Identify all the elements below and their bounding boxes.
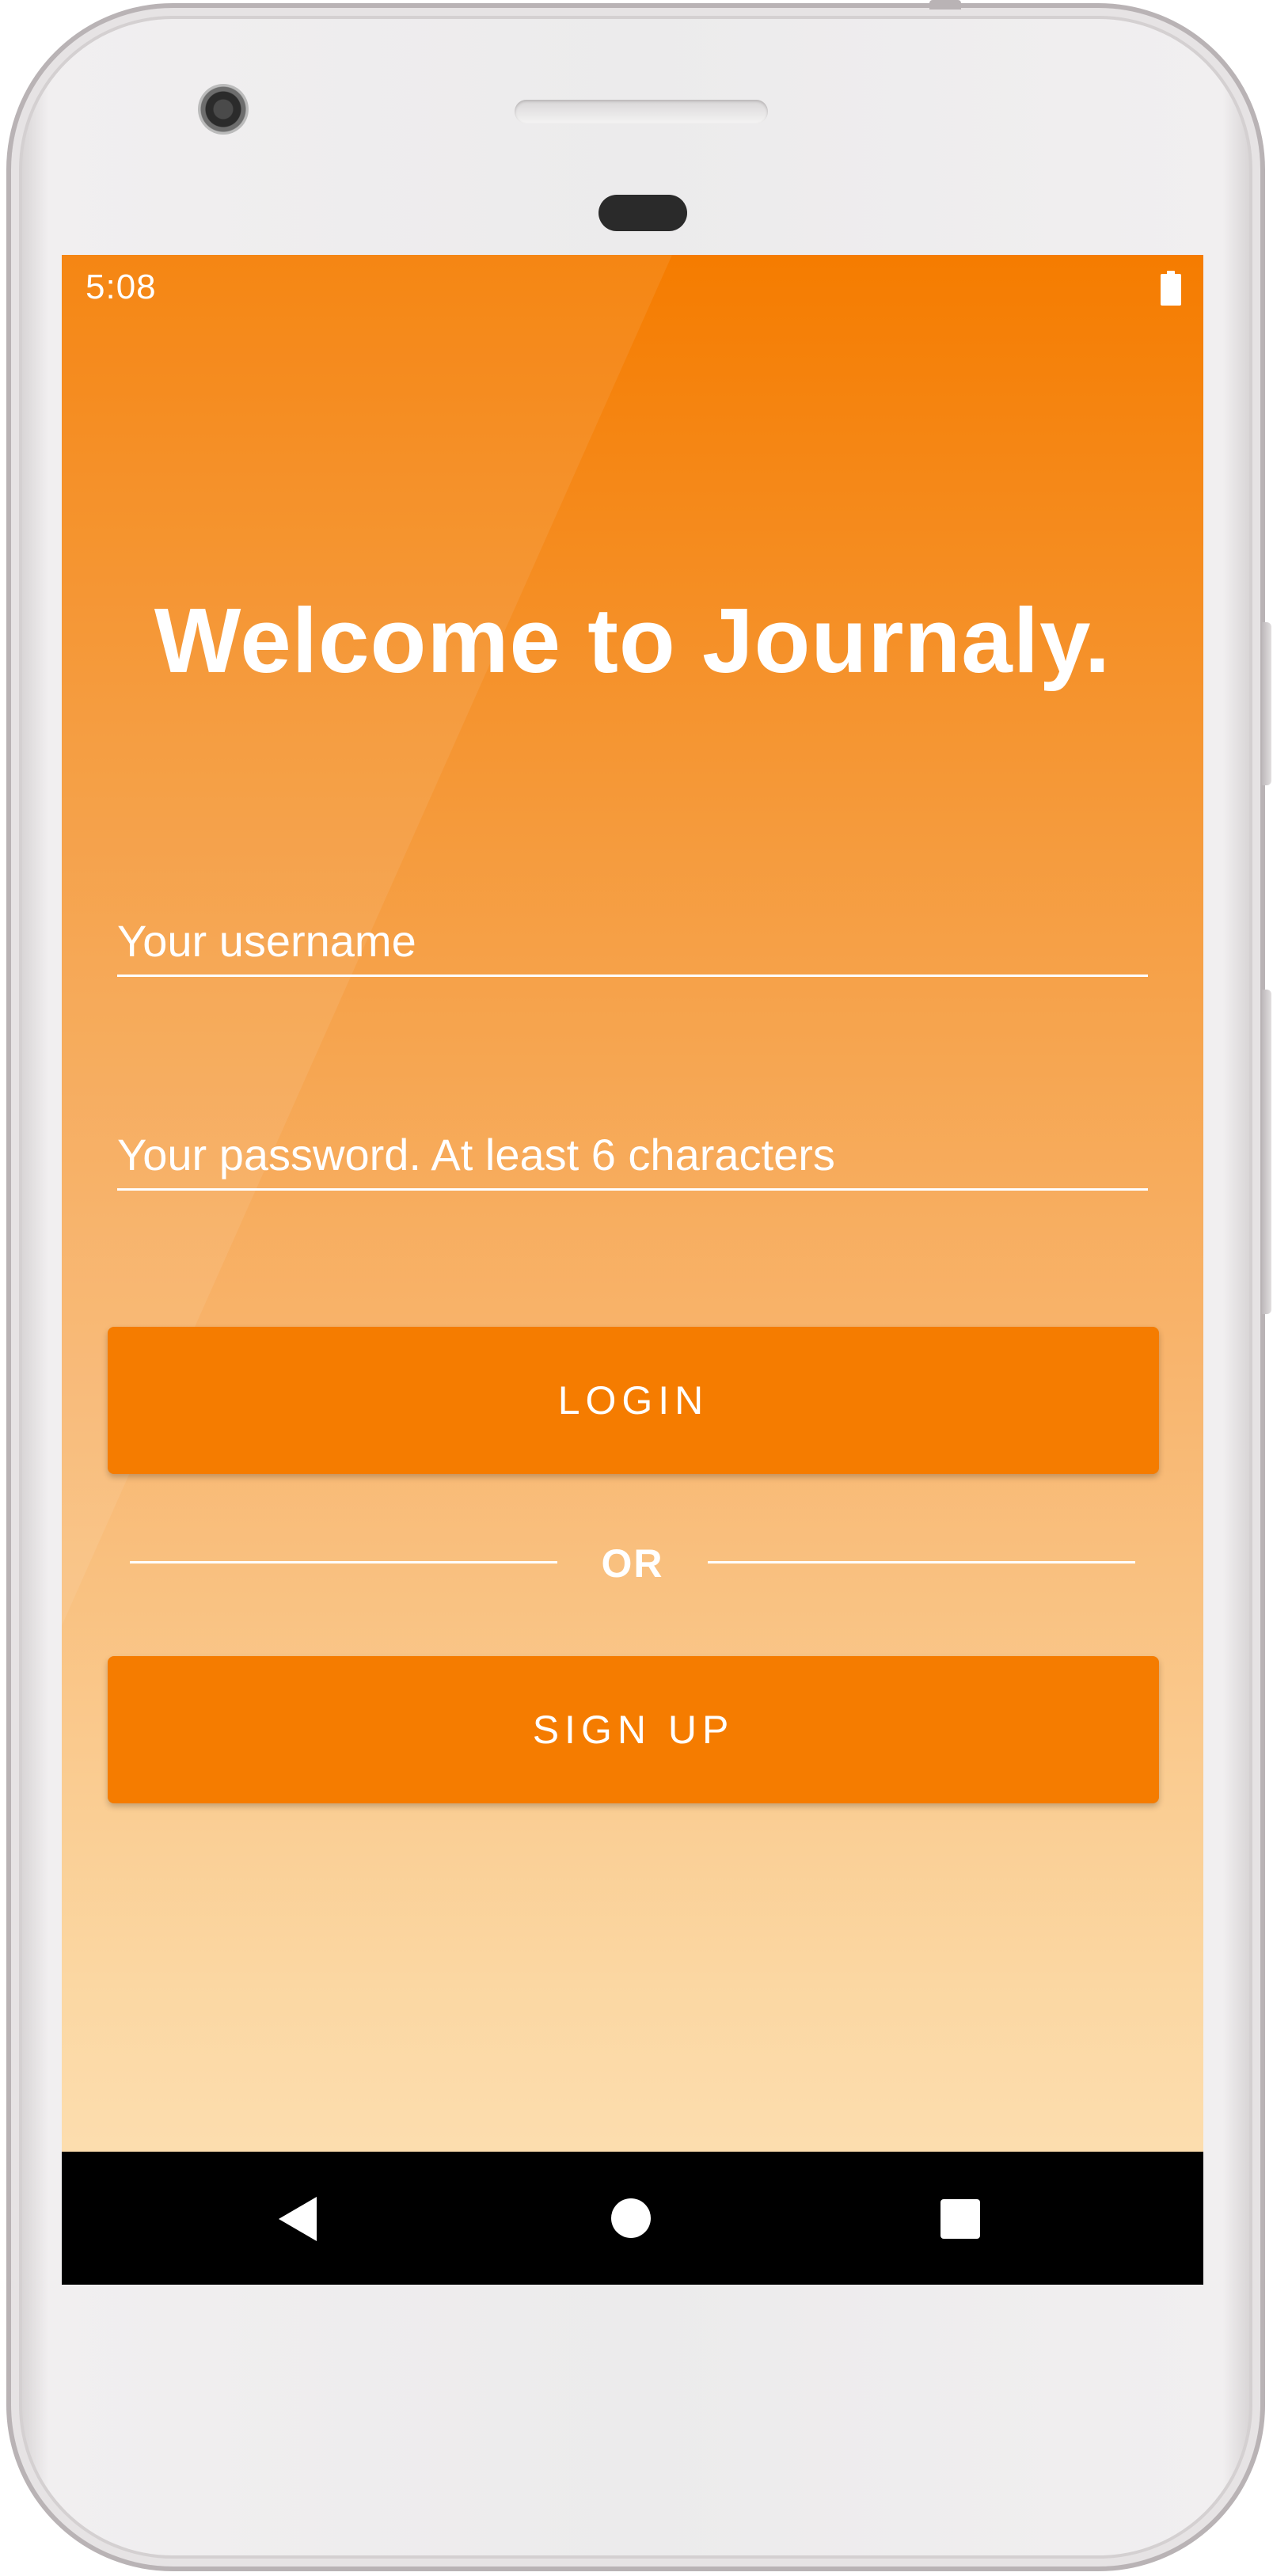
status-bar: 5:08 [62,255,1203,325]
username-field[interactable] [117,901,1148,977]
navigation-bar [62,2152,1203,2285]
front-camera-icon [198,84,249,135]
volume-button [1262,990,1271,1314]
signup-button[interactable]: SIGN UP [108,1656,1159,1803]
recents-square-icon[interactable] [940,2199,980,2239]
password-input[interactable] [117,1129,1148,1180]
power-button [1262,622,1271,785]
phone-top-button [929,0,961,9]
password-field[interactable] [117,1115,1148,1191]
or-label: OR [601,1541,664,1586]
divider-line-right [708,1561,1135,1563]
status-time: 5:08 [86,268,157,306]
or-divider: OR [130,1539,1135,1586]
proximity-sensor [598,195,687,231]
username-input[interactable] [117,915,1148,967]
back-triangle-icon[interactable] [279,2197,317,2241]
battery-full-icon [1161,271,1181,306]
background-sheen [62,255,743,1838]
page-title: Welcome to Journaly. [154,589,1112,692]
login-button[interactable]: LOGIN [108,1327,1159,1474]
home-circle-icon[interactable] [611,2198,651,2238]
earpiece-speaker [515,100,768,123]
app-screen: 5:08 Welcome to Journaly. LOGIN OR SIGN … [62,255,1203,2285]
